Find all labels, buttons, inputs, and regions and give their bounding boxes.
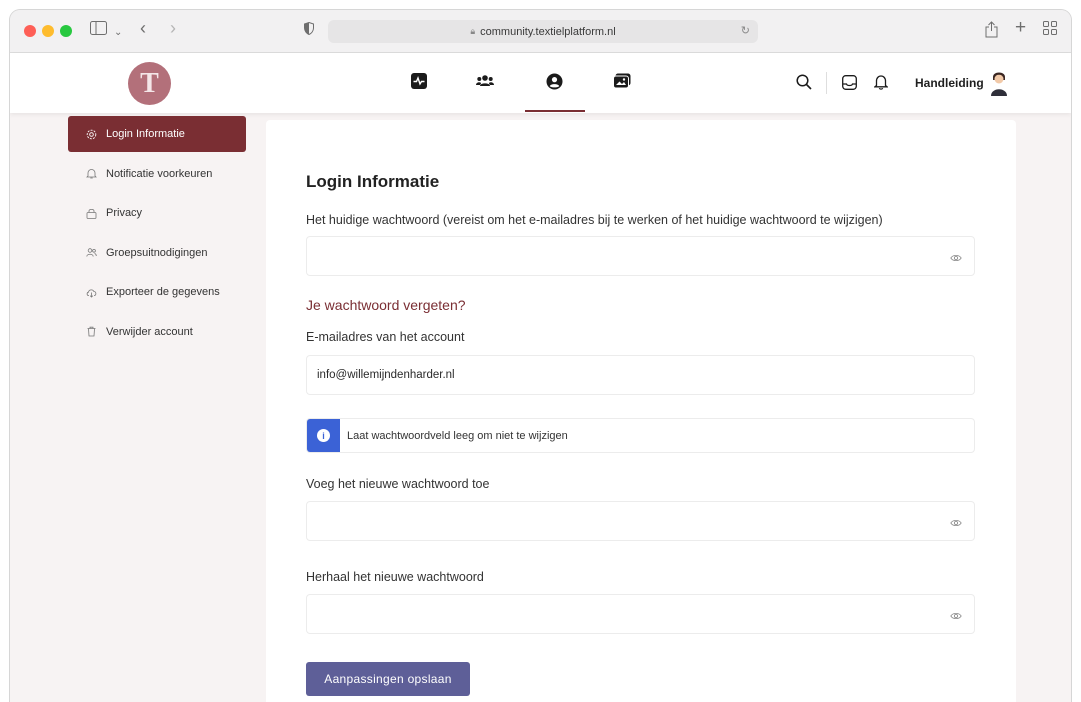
- back-icon[interactable]: ‹: [140, 18, 146, 38]
- share-icon[interactable]: [985, 21, 998, 44]
- current-password-label: Het huidige wachtwoord (vereist om het e…: [306, 213, 883, 227]
- sidebar-item-notificatie-voorkeuren[interactable]: Notificatie voorkeuren: [68, 156, 246, 192]
- site-header: T Handleiding: [10, 53, 1071, 113]
- users-icon: [86, 247, 97, 258]
- show-password-icon[interactable]: [950, 251, 962, 263]
- site-logo[interactable]: T: [128, 62, 171, 105]
- email-value: info@willemijndenharder.nl: [317, 369, 455, 381]
- tab-overview-icon[interactable]: [1043, 21, 1057, 41]
- sidebar-item-label: Exporteer de gegevens: [106, 286, 220, 298]
- user-menu-label[interactable]: Handleiding: [915, 76, 984, 90]
- repeat-password-label: Herhaal het nieuwe wachtwoord: [306, 570, 484, 584]
- browser-window: ⌄ ‹ › 🔒︎ community.textielplatform.nl ↻ …: [10, 10, 1071, 702]
- active-nav-indicator: [525, 110, 585, 112]
- activity-icon[interactable]: [411, 73, 429, 91]
- sidebar-item-label: Notificatie voorkeuren: [106, 167, 213, 180]
- new-password-field[interactable]: [306, 501, 975, 541]
- browser-toolbar: ⌄ ‹ › 🔒︎ community.textielplatform.nl ↻ …: [10, 10, 1071, 53]
- sidebar-item-label: Verwijder account: [106, 325, 193, 338]
- shield-icon[interactable]: [304, 21, 314, 41]
- save-changes-button[interactable]: Aanpassingen opslaan: [306, 662, 470, 696]
- sidebar-item-login-informatie[interactable]: Login Informatie: [68, 116, 246, 152]
- current-password-field[interactable]: [306, 236, 975, 276]
- sidebar-item-groepsuitnodigingen[interactable]: Groepsuitnodigingen: [68, 235, 246, 271]
- sidebar-item-label: Privacy: [106, 207, 143, 219]
- profile-icon[interactable]: [546, 73, 564, 91]
- cloud-download-icon: [86, 287, 97, 298]
- search-icon[interactable]: [796, 74, 814, 92]
- url-text: community.textielplatform.nl: [480, 25, 616, 38]
- chevron-down-icon[interactable]: ⌄: [114, 23, 122, 43]
- forward-icon[interactable]: ›: [170, 18, 176, 38]
- zoom-window-button[interactable]: [60, 25, 72, 37]
- show-password-icon[interactable]: [950, 609, 962, 621]
- inbox-icon[interactable]: [842, 75, 860, 93]
- sidebar-item-label: Login Informatie: [106, 128, 185, 140]
- lock-icon: [86, 208, 97, 219]
- sidebar-item-label: Groepsuitnodigingen: [106, 246, 208, 259]
- show-password-icon[interactable]: [950, 516, 962, 528]
- minimize-window-button[interactable]: [42, 25, 54, 37]
- reload-icon[interactable]: ↻: [741, 24, 750, 37]
- sidebar-item-verwijder-account[interactable]: Verwijder account: [68, 314, 246, 350]
- forgot-password-link[interactable]: Je wachtwoord vergeten?: [306, 297, 466, 313]
- trash-icon: [86, 326, 97, 337]
- info-icon: i: [307, 419, 340, 452]
- header-divider: [826, 72, 827, 94]
- settings-sidebar: Login Informatie Notificatie voorkeuren …: [68, 116, 246, 353]
- email-label: E-mailadres van het account: [306, 330, 465, 344]
- repeat-password-field[interactable]: [306, 594, 975, 634]
- page-title: Login Informatie: [306, 172, 440, 191]
- info-notice-text: Laat wachtwoordveld leeg om niet te wijz…: [347, 430, 568, 442]
- login-info-panel: Login Informatie Het huidige wachtwoord …: [266, 120, 1016, 702]
- info-notice: i Laat wachtwoordveld leeg om niet te wi…: [306, 418, 975, 453]
- sidebar-item-privacy[interactable]: Privacy: [68, 195, 246, 231]
- lock-icon: 🔒︎: [470, 26, 476, 36]
- bell-icon: [86, 168, 97, 179]
- close-window-button[interactable]: [24, 25, 36, 37]
- sidebar-toggle-icon[interactable]: [90, 21, 107, 41]
- new-password-label: Voeg het nieuwe wachtwoord toe: [306, 477, 490, 491]
- address-bar[interactable]: 🔒︎ community.textielplatform.nl ↻: [328, 20, 758, 43]
- avatar[interactable]: [988, 69, 1010, 97]
- sidebar-item-exporteer-de-gegevens[interactable]: Exporteer de gegevens: [68, 274, 246, 310]
- gear-icon: [86, 129, 97, 140]
- groups-icon[interactable]: [476, 73, 494, 91]
- photos-icon[interactable]: [613, 73, 631, 91]
- bell-icon[interactable]: [873, 74, 892, 92]
- new-tab-icon[interactable]: +: [1015, 18, 1026, 38]
- email-field[interactable]: info@willemijndenharder.nl: [306, 355, 975, 395]
